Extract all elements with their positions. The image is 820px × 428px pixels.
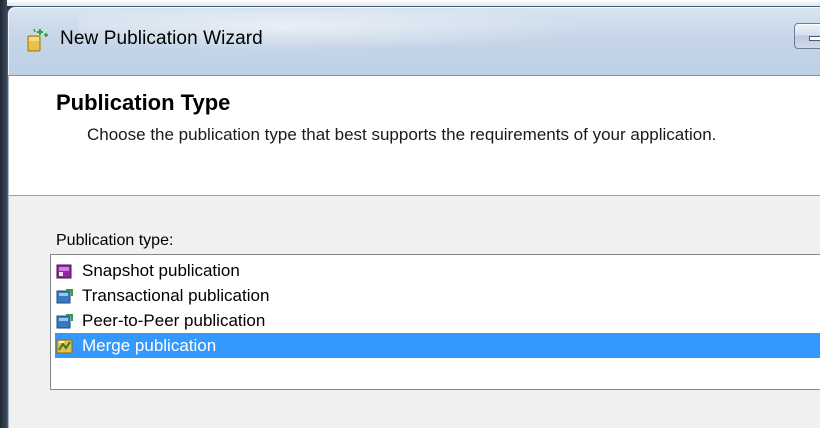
list-item-label: Snapshot publication: [82, 261, 240, 280]
page-title: Publication Type: [56, 90, 231, 115]
list-item-merge[interactable]: Merge publication: [55, 333, 820, 358]
desktop-left-edge: [0, 0, 7, 428]
minimize-icon: [809, 36, 820, 41]
transactional-publication-icon: [56, 287, 73, 304]
list-item-peer-to-peer[interactable]: Peer-to-Peer publication: [55, 308, 820, 333]
publication-wizard-icon: [25, 27, 49, 53]
screen: New Publication Wizard Publication Type …: [0, 0, 820, 428]
list-item-snapshot[interactable]: Snapshot publication: [55, 258, 820, 283]
title-bar[interactable]: New Publication Wizard: [8, 7, 820, 73]
list-item-label: Transactional publication: [82, 286, 270, 305]
list-item-label: Peer-to-Peer publication: [82, 311, 266, 330]
minimize-button[interactable]: [794, 23, 820, 49]
merge-publication-icon: [56, 337, 73, 354]
header-panel: Publication Type Choose the publication …: [9, 76, 820, 196]
page-description: Choose the publication type that best su…: [87, 125, 717, 144]
list-item-label: Merge publication: [82, 336, 217, 355]
publication-type-label: Publication type:: [56, 232, 174, 249]
wizard-client-area: Publication Type Choose the publication …: [8, 75, 820, 428]
publication-type-listbox[interactable]: Snapshot publication Transactional publi…: [50, 254, 820, 390]
window-title: New Publication Wizard: [60, 28, 263, 49]
snapshot-publication-icon: [56, 262, 73, 279]
wizard-window: New Publication Wizard Publication Type …: [7, 6, 820, 428]
list-item-transactional[interactable]: Transactional publication: [55, 283, 820, 308]
peer-to-peer-publication-icon: [56, 312, 73, 329]
